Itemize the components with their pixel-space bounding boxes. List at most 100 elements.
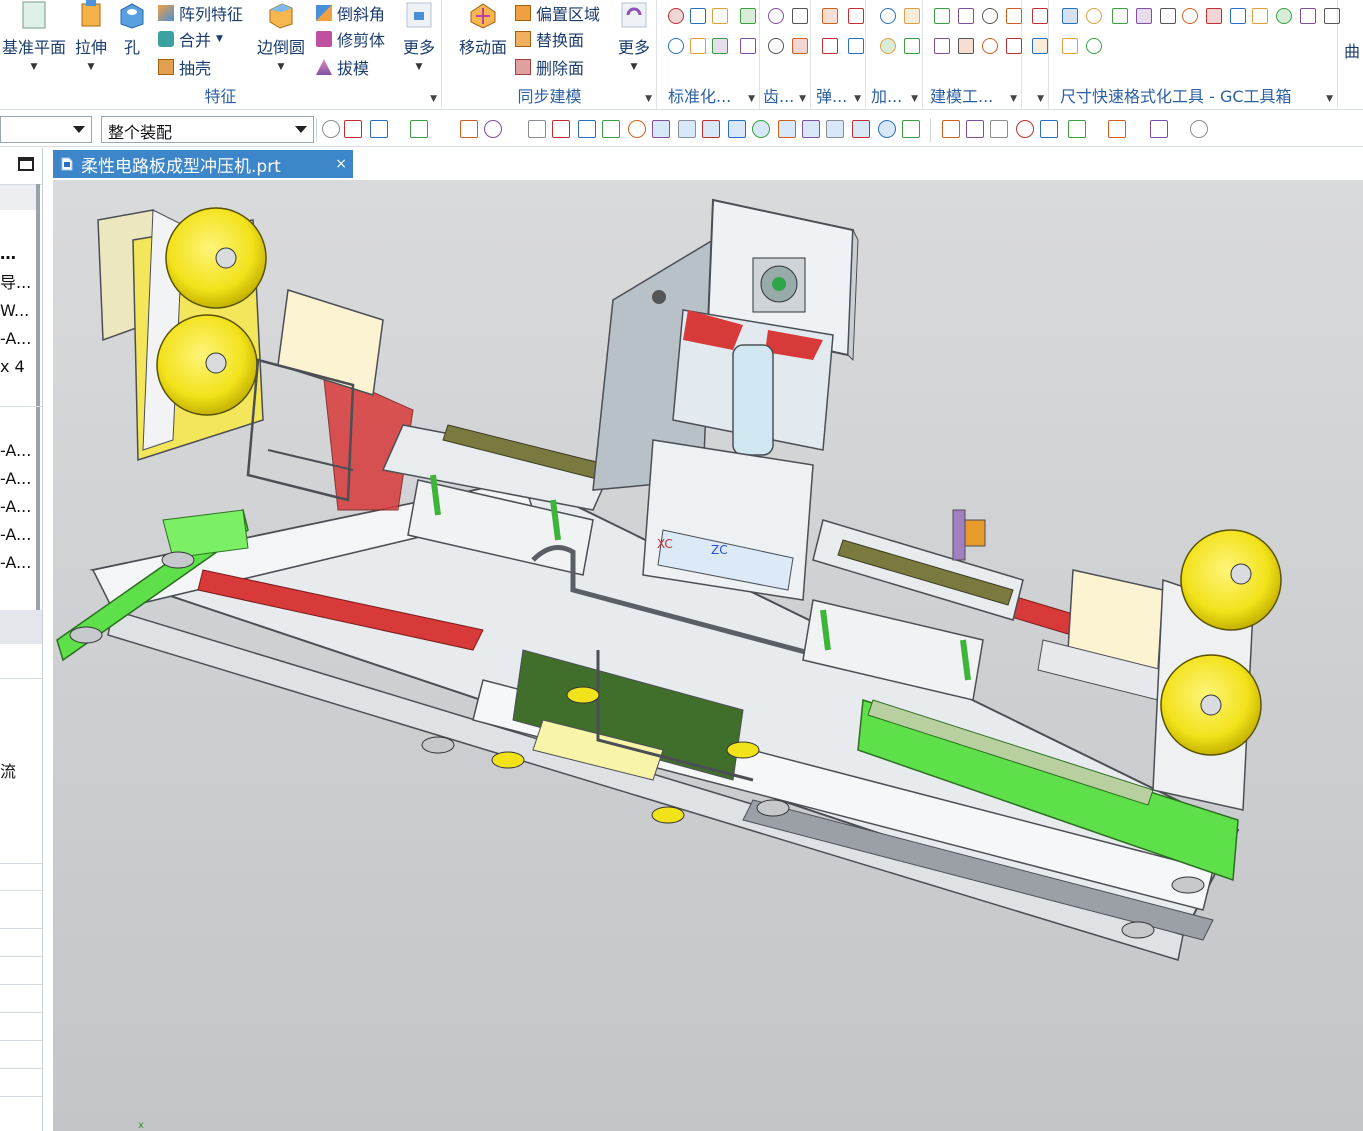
snap-icon[interactable] <box>344 120 362 138</box>
tree-row[interactable]: -A... <box>0 521 40 549</box>
offset-region-button[interactable]: 偏置区域 <box>515 0 600 26</box>
group-menu-icon[interactable]: ▼ <box>854 94 861 104</box>
tool-icon[interactable] <box>822 8 838 24</box>
tool-icon[interactable] <box>1324 8 1340 24</box>
tool-icon[interactable] <box>1136 8 1152 24</box>
trim-body-button[interactable]: 修剪体 <box>316 26 385 52</box>
tool-icon[interactable] <box>1006 38 1022 54</box>
group-menu-icon[interactable]: ▼ <box>1037 94 1044 104</box>
snap-icon[interactable] <box>1150 120 1168 138</box>
sync-more-button[interactable]: 更多 ▼ <box>613 0 655 80</box>
tool-icon[interactable] <box>880 38 896 54</box>
tool-icon[interactable] <box>1086 8 1102 24</box>
snap-icon[interactable] <box>652 120 670 138</box>
snap-icon[interactable] <box>1108 120 1126 138</box>
tool-icon[interactable] <box>904 8 920 24</box>
tool-icon[interactable] <box>712 8 728 24</box>
tool-icon[interactable] <box>1160 8 1176 24</box>
tool-icon[interactable] <box>792 38 808 54</box>
tool-icon[interactable] <box>1230 8 1246 24</box>
snap-icon[interactable] <box>528 120 546 138</box>
tool-icon[interactable] <box>880 8 896 24</box>
snap-icon[interactable] <box>728 120 746 138</box>
snap-icon[interactable] <box>702 120 720 138</box>
datum-plane-button[interactable]: 基准平面 ▼ <box>0 0 68 80</box>
group-menu-icon[interactable]: ▼ <box>1326 94 1333 104</box>
move-face-button[interactable]: 移动面 <box>451 0 515 80</box>
tool-icon[interactable] <box>668 8 684 24</box>
tool-icon[interactable] <box>1182 8 1198 24</box>
tree-row[interactable]: x 4 <box>0 353 40 381</box>
tool-icon[interactable] <box>740 38 756 54</box>
tool-icon[interactable] <box>982 8 998 24</box>
tool-icon[interactable] <box>934 8 950 24</box>
snap-icon[interactable] <box>1068 120 1086 138</box>
tree-row[interactable]: -A... <box>0 549 40 577</box>
group-menu-icon[interactable]: ▼ <box>748 94 755 104</box>
graphics-viewport[interactable]: XC ZC x <box>53 180 1363 1131</box>
snap-icon[interactable] <box>802 120 820 138</box>
group-menu-icon[interactable]: ▼ <box>911 94 918 104</box>
snap-icon[interactable] <box>1190 120 1208 138</box>
snap-icon[interactable] <box>628 120 646 138</box>
tool-icon[interactable] <box>848 38 864 54</box>
snap-icon[interactable] <box>942 120 960 138</box>
snap-icon[interactable] <box>370 120 388 138</box>
delete-face-button[interactable]: 删除面 <box>515 54 584 80</box>
snap-icon[interactable] <box>602 120 620 138</box>
tool-icon[interactable] <box>904 38 920 54</box>
snap-icon[interactable] <box>322 120 340 138</box>
tool-icon[interactable] <box>822 38 838 54</box>
tool-icon[interactable] <box>1006 8 1022 24</box>
tree-row[interactable]: … <box>0 240 40 268</box>
tool-icon[interactable] <box>690 8 706 24</box>
draft-button[interactable]: 拔模 <box>316 54 369 80</box>
snap-icon[interactable] <box>678 120 696 138</box>
assembly-scope-combo[interactable]: 整个装配 <box>101 116 314 143</box>
snap-icon[interactable] <box>852 120 870 138</box>
tool-icon[interactable] <box>712 38 728 54</box>
close-icon[interactable]: × <box>335 156 347 172</box>
hole-button[interactable]: 孔 <box>114 0 150 80</box>
tool-icon[interactable] <box>958 8 974 24</box>
snap-icon[interactable] <box>878 120 896 138</box>
group-menu-icon[interactable]: ▼ <box>645 94 652 104</box>
pattern-feature-button[interactable]: 阵列特征 <box>158 0 243 26</box>
tool-icon[interactable] <box>848 8 864 24</box>
snap-icon[interactable] <box>578 120 596 138</box>
snap-icon[interactable] <box>902 120 920 138</box>
feature-more-button[interactable]: 更多 ▼ <box>398 0 440 80</box>
tree-row[interactable]: -A... <box>0 437 40 465</box>
tool-icon[interactable] <box>740 8 756 24</box>
tree-row[interactable]: 导... <box>0 269 40 297</box>
snap-icon[interactable] <box>552 120 570 138</box>
tool-icon[interactable] <box>1032 38 1048 54</box>
shell-button[interactable]: 抽壳 <box>158 54 211 80</box>
snap-icon[interactable] <box>752 120 770 138</box>
snap-icon[interactable] <box>966 120 984 138</box>
tree-row[interactable]: W... <box>0 297 40 325</box>
tool-icon[interactable] <box>690 38 706 54</box>
tree-row[interactable]: -A... <box>0 325 40 353</box>
tool-icon[interactable] <box>1252 8 1268 24</box>
replace-face-button[interactable]: 替换面 <box>515 26 584 52</box>
edge-blend-button[interactable]: 边倒圆 ▼ <box>252 0 310 80</box>
tool-icon[interactable] <box>768 38 784 54</box>
snap-icon[interactable] <box>1040 120 1058 138</box>
tool-icon[interactable] <box>792 8 808 24</box>
tool-icon[interactable] <box>768 8 784 24</box>
group-menu-icon[interactable]: ▼ <box>1010 94 1017 104</box>
tree-row[interactable]: -A... <box>0 493 40 521</box>
snap-icon[interactable] <box>484 120 502 138</box>
tool-icon[interactable] <box>934 38 950 54</box>
tool-icon[interactable] <box>1276 8 1292 24</box>
chamfer-button[interactable]: 倒斜角 <box>316 0 385 26</box>
panel-divider[interactable] <box>0 610 42 644</box>
tool-icon[interactable] <box>1062 38 1078 54</box>
extrude-button[interactable]: 拉伸 ▼ <box>70 0 112 80</box>
snap-icon[interactable] <box>410 120 428 138</box>
tool-icon[interactable] <box>982 38 998 54</box>
tool-icon[interactable] <box>1062 8 1078 24</box>
group-menu-icon[interactable]: ▼ <box>799 94 806 104</box>
type-filter-combo[interactable] <box>0 116 92 143</box>
